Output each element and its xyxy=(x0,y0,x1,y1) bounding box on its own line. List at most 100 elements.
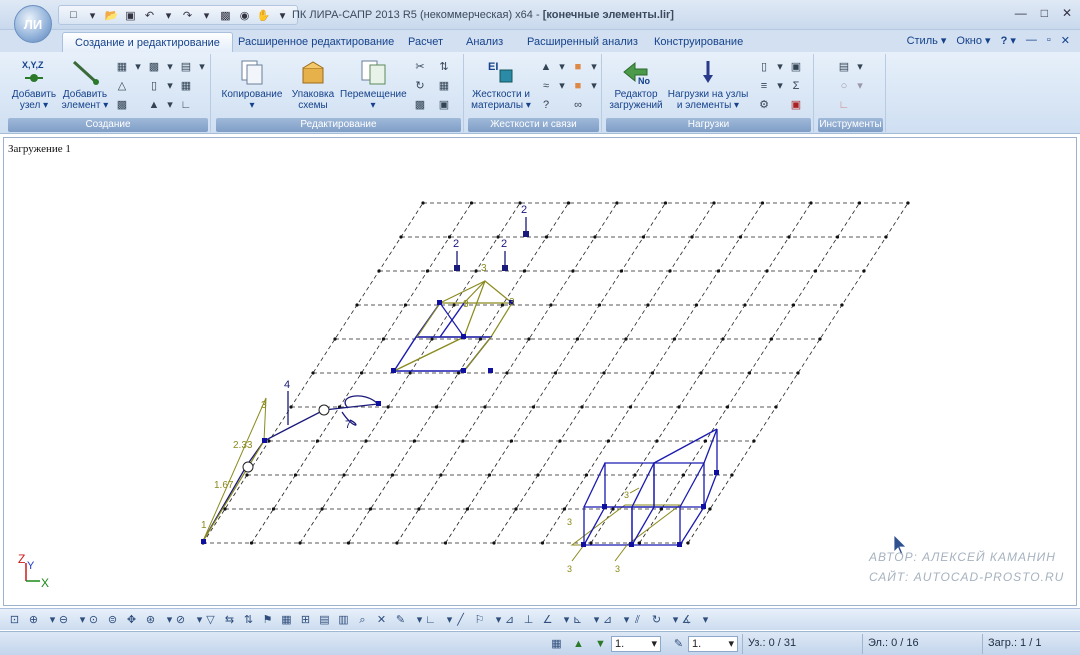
line-color-icon[interactable]: ╱ xyxy=(452,612,469,628)
tab-advanced-edit[interactable]: Расширенное редактирование xyxy=(226,32,406,52)
tab-advanced-analysis[interactable]: Расширенный анализ xyxy=(515,32,650,52)
tab-calculation[interactable]: Расчет xyxy=(396,32,455,52)
grid-toggle-icon[interactable]: ▦ xyxy=(278,612,295,628)
layers-icon[interactable]: ▤ xyxy=(316,612,333,628)
renumber-icon[interactable]: ⇅ xyxy=(436,60,452,75)
pack-scheme-button[interactable]: Упаковка схемы xyxy=(286,58,340,111)
stiffness-button[interactable]: EI Жесткости и материалы ▾ xyxy=(468,58,534,111)
axis-z-icon[interactable]: ⊿ xyxy=(599,612,616,628)
rotate-icon[interactable]: ↻ xyxy=(648,612,665,628)
sum-icon[interactable]: Σ xyxy=(788,79,804,94)
save-icon[interactable]: ▣ xyxy=(122,7,139,23)
array-icon[interactable]: ▦ xyxy=(436,79,452,94)
load-table-icon[interactable]: ▯ xyxy=(756,60,772,75)
dropdown-icon[interactable]: ▾ xyxy=(697,612,714,628)
dcl-icon[interactable]: ▣ xyxy=(788,60,804,75)
customize-qat-icon[interactable]: ▾ xyxy=(274,7,291,23)
frame-icon[interactable]: ▦ xyxy=(178,79,194,94)
mesh-dropdown-icon[interactable]: ▾ xyxy=(162,60,178,75)
mirror-icon[interactable]: ▩ xyxy=(412,98,428,113)
undo-dropdown-icon[interactable]: ▾ xyxy=(160,7,177,23)
redo-dropdown-icon[interactable]: ▾ xyxy=(198,7,215,23)
settings-icon[interactable]: ⚙ xyxy=(756,98,772,113)
tool-ruler-dropdown-icon[interactable]: ▾ xyxy=(852,60,868,75)
axis-xz-icon[interactable]: ⊿ xyxy=(501,612,518,628)
hatch-dropdown-icon[interactable]: ▾ xyxy=(194,60,210,75)
tool-ruler-icon[interactable]: ▤ xyxy=(836,60,852,75)
tool-node-icon[interactable]: ○ xyxy=(836,79,852,94)
application-menu-button[interactable]: ЛИ xyxy=(14,5,52,43)
tab-design[interactable]: Конструирование xyxy=(642,32,755,52)
load-down-icon[interactable]: ▼ xyxy=(592,636,609,652)
table-icon[interactable]: ▥ xyxy=(335,612,352,628)
pan-icon[interactable]: ⊜ xyxy=(104,612,121,628)
minimize-icon[interactable]: — xyxy=(1015,6,1027,20)
load-editor-button[interactable]: No Редактор загружений xyxy=(606,58,666,111)
axis-y-icon[interactable]: ⊥ xyxy=(520,612,537,628)
query-icon[interactable]: ? xyxy=(538,98,554,113)
material-icon[interactable]: ■ xyxy=(570,79,586,94)
style-menu[interactable]: Стиль ▾ xyxy=(907,34,947,47)
node-element-loads-button[interactable]: Нагрузки на узлы и элементы ▾ xyxy=(666,58,750,111)
hatch-icon[interactable]: ▤ xyxy=(178,60,194,75)
redo-icon[interactable]: ↷ xyxy=(179,7,196,23)
move-button[interactable]: Перемещение ▾ xyxy=(340,58,407,111)
color-icon[interactable]: ■ xyxy=(570,60,586,75)
node-mode-icon[interactable]: ∟ xyxy=(422,612,439,628)
support-icon[interactable]: ▲ xyxy=(538,60,554,75)
material-dropdown-icon[interactable]: ▾ xyxy=(586,79,602,94)
tab-analysis[interactable]: Анализ xyxy=(454,32,515,52)
maximize-icon[interactable]: □ xyxy=(1041,6,1048,20)
model-canvas[interactable]: 3 3 3 2 2 2 4 3 2.33 1.67 1 7 3 3 3 3 Z … xyxy=(4,138,1078,607)
slope-icon[interactable]: ∟ xyxy=(178,98,194,113)
brush-icon[interactable]: ✎ xyxy=(392,612,409,628)
load-table-dropdown-icon[interactable]: ▾ xyxy=(772,60,788,75)
column-icon[interactable]: ▯ xyxy=(146,79,162,94)
add-node-button[interactable]: X,Y,Z Добавить узел ▾ xyxy=(9,58,59,111)
tab-create-edit[interactable]: Создание и редактирование xyxy=(62,32,233,52)
axis-xy-icon[interactable]: ⊾ xyxy=(569,612,586,628)
ribbon-minimize-icon[interactable]: — xyxy=(1026,34,1037,47)
pencil-icon[interactable]: ✎ xyxy=(670,636,687,652)
rotate-icon[interactable]: ↻ xyxy=(412,79,428,94)
flag-icon[interactable]: ⚐ xyxy=(471,612,488,628)
dynamic-load-icon[interactable]: ≡ xyxy=(756,79,772,94)
restore-icon[interactable]: ⇅ xyxy=(240,612,257,628)
undo-icon[interactable]: ↶ xyxy=(141,7,158,23)
combinations-icon[interactable]: ▣ xyxy=(788,98,804,113)
search-icon[interactable]: ⌕ xyxy=(354,612,371,628)
zoom-window-icon[interactable]: ⊡ xyxy=(6,612,23,628)
grid-dropdown-icon[interactable]: ▾ xyxy=(130,60,146,75)
select-all-icon[interactable]: ▦ xyxy=(548,636,565,652)
fragment-icon[interactable]: ⇆ xyxy=(221,612,238,628)
mesh-icon[interactable]: ▩ xyxy=(146,60,162,75)
merge-icon[interactable]: ▣ xyxy=(436,98,452,113)
load-case-select[interactable]: 1. ▾ xyxy=(611,636,661,652)
dropdown-arrow-icon[interactable]: ▾ xyxy=(84,7,101,23)
tool-node-dropdown-icon[interactable]: ▾ xyxy=(852,79,868,94)
copy-button[interactable]: Копирование ▾ xyxy=(218,58,286,111)
grid-icon[interactable]: ▦ xyxy=(114,60,130,75)
open-file-icon[interactable]: 📂 xyxy=(103,7,120,23)
window-menu[interactable]: Окно ▾ xyxy=(956,34,990,47)
column-dropdown-icon[interactable]: ▾ xyxy=(162,79,178,94)
filter-icon[interactable]: ▽ xyxy=(202,612,219,628)
ribbon-close-icon[interactable]: ✕ xyxy=(1061,34,1070,47)
ribbon-restore-icon[interactable]: ▫ xyxy=(1047,34,1051,47)
new-file-icon[interactable]: □ xyxy=(65,7,82,23)
zoom-in-icon[interactable]: ⊕ xyxy=(25,612,42,628)
fit-icon[interactable]: ⊙ xyxy=(85,612,102,628)
second-select[interactable]: 1. ▾ xyxy=(688,636,738,652)
tool-section-icon[interactable]: ∟ xyxy=(836,98,852,113)
rotate-view-icon[interactable]: ✥ xyxy=(123,612,140,628)
load-up-icon[interactable]: ▲ xyxy=(570,636,587,652)
add-element-button[interactable]: Добавить элемент ▾ xyxy=(60,58,110,111)
eraser-icon[interactable]: ✕ xyxy=(373,612,390,628)
arch-icon[interactable]: △ xyxy=(114,79,130,94)
pick-icon[interactable]: ⊘ xyxy=(172,612,189,628)
iso-icon[interactable]: ⫽ xyxy=(629,612,646,628)
help-menu[interactable]: ? ▾ xyxy=(1001,34,1016,47)
zoom-out-icon[interactable]: ⊖ xyxy=(55,612,72,628)
hinge-dropdown-icon[interactable]: ▾ xyxy=(554,79,570,94)
support-dropdown-icon[interactable]: ▾ xyxy=(554,60,570,75)
